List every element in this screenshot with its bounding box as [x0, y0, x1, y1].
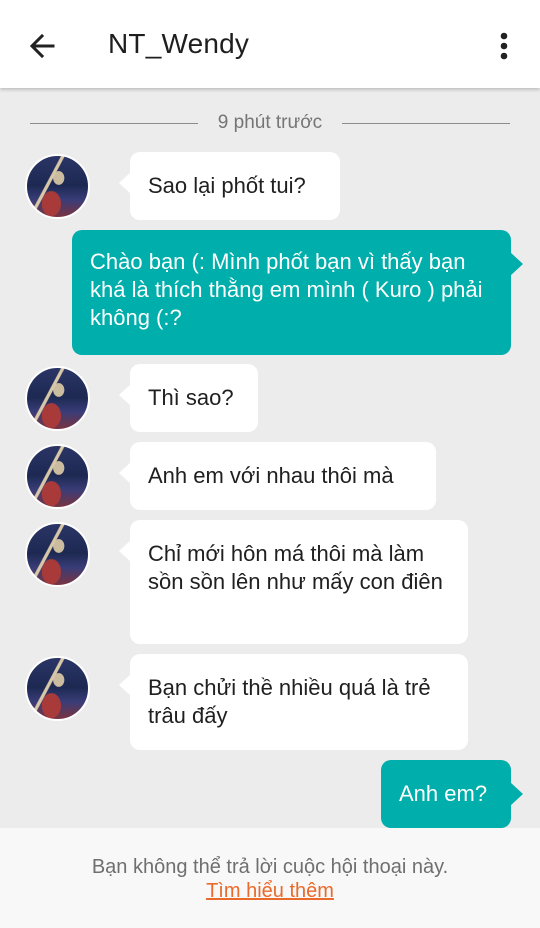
back-button[interactable]	[22, 26, 62, 66]
incoming-message-bubble: Thì sao?	[119, 364, 258, 432]
conversation-title: NT_Wendy	[108, 28, 250, 59]
outgoing-message-bubble: Anh em?	[381, 760, 523, 828]
avatar[interactable]	[25, 656, 90, 721]
message-text: Chào bạn (: Mình phốt bạn vì thấy bạn kh…	[90, 249, 483, 330]
message-text: Thì sao?	[148, 385, 234, 410]
learn-more-link[interactable]: Tìm hiểu thêm	[206, 880, 334, 902]
incoming-message-bubble: Bạn chửi thề nhiều quá là trẻ trâu đấy	[119, 654, 468, 750]
app-bar: NT_Wendy	[0, 0, 540, 88]
more-vertical-icon	[500, 32, 508, 60]
arrow-left-icon	[29, 33, 55, 59]
incoming-message-bubble: Chỉ mới hôn má thôi mà làm sồn sồn lên n…	[119, 520, 468, 644]
avatar[interactable]	[25, 522, 90, 587]
outgoing-message-bubble: Chào bạn (: Mình phốt bạn vì thấy bạn kh…	[72, 230, 523, 355]
time-label: 9 phút trước	[217, 112, 323, 133]
message-text: Bạn chửi thề nhiều quá là trẻ trâu đấy	[148, 675, 431, 728]
avatar[interactable]	[25, 366, 90, 431]
message-text: Anh em?	[399, 781, 488, 806]
message-text: Anh em với nhau thôi mà	[148, 463, 394, 488]
separator-line	[342, 123, 510, 124]
message-list[interactable]: 9 phút trước Sao lại phốt tui? Chào bạn …	[0, 88, 540, 828]
time-separator: 9 phút trước	[0, 110, 540, 138]
message-text: Sao lại phốt tui?	[148, 173, 306, 198]
avatar[interactable]	[25, 444, 90, 509]
reply-disabled-note: Bạn không thể trả lời cuộc hội thoại này…	[91, 856, 449, 878]
message-text: Chỉ mới hôn má thôi mà làm sồn sồn lên n…	[148, 541, 443, 594]
incoming-message-bubble: Sao lại phốt tui?	[119, 152, 340, 220]
separator-line	[30, 123, 198, 124]
reply-disabled-footer: Bạn không thể trả lời cuộc hội thoại này…	[0, 828, 540, 928]
more-options-button[interactable]	[488, 26, 520, 66]
incoming-message-bubble: Anh em với nhau thôi mà	[119, 442, 436, 510]
avatar[interactable]	[25, 154, 90, 219]
